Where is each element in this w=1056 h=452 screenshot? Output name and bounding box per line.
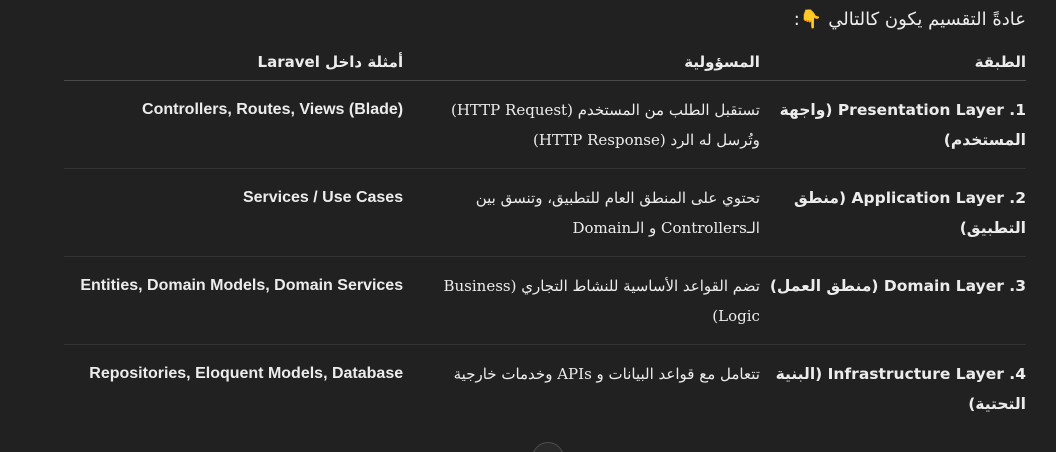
layer-cell: 1. Presentation Layer (واجهة المستخدم): [759, 80, 1026, 169]
responsibility-cell: تضم القواعد الأساسية للنشاط التجاري (Bus…: [403, 256, 760, 345]
examples-cell: Controllers, Routes, Views (Blade): [64, 80, 404, 169]
responsibility-cell: تتعامل مع قواعد البيانات و APIs وخدمات خ…: [453, 365, 760, 383]
table-row: 1. Presentation Layer (واجهة المستخدم) ت…: [64, 80, 1026, 169]
examples-cell: Services / Use Cases: [64, 168, 404, 257]
layer-cell: 4. Infrastructure Layer (البنية التحتية): [775, 365, 1026, 413]
responsibility-cell: تستقبل الطلب من المستخدم (HTTP Request) …: [403, 80, 760, 169]
intro-line: عادةً التقسيم يكون كالتالي👇:: [794, 6, 1026, 34]
responsibility-cell: تحتوي على المنطق العام للتطبيق، وتنسق بي…: [403, 168, 760, 257]
header-examples: أمثلة داخل Laravel: [64, 44, 404, 81]
layer-cell: 2. Application Layer (منطق التطبيق): [759, 168, 1026, 257]
table-header-row: الطبقة المسؤولية أمثلة داخل Laravel: [64, 44, 1026, 81]
examples-cell: Entities, Domain Models, Domain Services: [64, 256, 404, 345]
table-row: 3. Domain Layer (منطق العمل) تضم القواعد…: [64, 256, 1026, 345]
table-row: 2. Application Layer (منطق التطبيق) تحتو…: [64, 168, 1026, 257]
intro-text: عادةً التقسيم يكون كالتالي: [828, 9, 1026, 30]
chat-message: عادةً التقسيم يكون كالتالي👇: الطبقة المس…: [64, 0, 1026, 452]
pointing-down-hand-icon: 👇: [799, 9, 823, 30]
layer-cell: 3. Domain Layer (منطق العمل): [759, 256, 1026, 345]
layers-table: الطبقة المسؤولية أمثلة داخل Laravel 1. P…: [64, 44, 1026, 432]
header-responsibility: المسؤولية: [403, 44, 760, 81]
header-layer: الطبقة: [759, 44, 1026, 81]
examples-cell: Repositories, Eloquent Models, Database: [89, 365, 404, 382]
table-row: 4. Infrastructure Layer (البنية التحتية)…: [64, 345, 1026, 433]
